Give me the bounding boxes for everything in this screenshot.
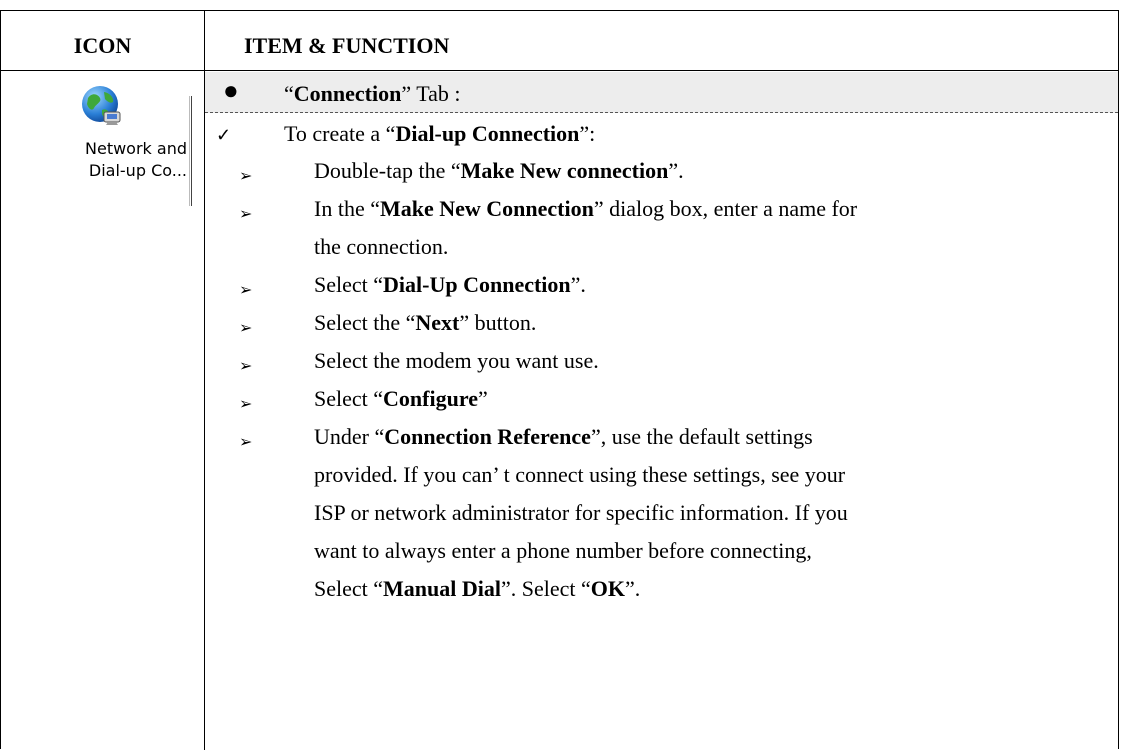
icon-label: Network and Dial-up Co... xyxy=(85,139,187,180)
step-text-line: Under “Connection Reference”, use the de… xyxy=(314,424,813,449)
network-dialup-shortcut[interactable]: Network and Dial-up Co... xyxy=(11,84,193,234)
arrow-bullet-icon: ➢ xyxy=(239,282,253,299)
arrow-bullet-icon: ➢ xyxy=(239,434,253,451)
step-text-line: Select “Dial-Up Connection”. xyxy=(314,272,586,297)
network-globe-icon xyxy=(82,86,121,125)
step-text-line: In the “Make New Connection” dialog box,… xyxy=(314,196,858,221)
arrow-bullet-icon: ➢ xyxy=(239,320,253,337)
step-text-line: Select the “Next” button. xyxy=(314,310,537,335)
header-item-column: ITEM & FUNCTION xyxy=(244,33,450,58)
bullet-icon: ● xyxy=(223,76,239,105)
checkmark-icon: ✓ xyxy=(216,125,232,145)
arrow-bullet-icon: ➢ xyxy=(239,168,253,185)
step-text-line: provided. If you can’ t connect using th… xyxy=(314,462,846,487)
step-text-line: ISP or network administrator for specifi… xyxy=(314,500,848,525)
arrow-bullet-icon: ➢ xyxy=(239,396,253,413)
connection-tab-heading: ● “Connection” Tab : xyxy=(205,72,1118,113)
icon-separator-shadow xyxy=(191,96,192,206)
header-divider xyxy=(1,70,1118,71)
step-text-line: the connection. xyxy=(314,234,449,259)
step-text-line: Select “Configure” xyxy=(314,386,488,411)
column-divider xyxy=(204,11,205,750)
step-text-line: want to always enter a phone number befo… xyxy=(314,538,812,563)
arrow-bullet-icon: ➢ xyxy=(239,358,253,375)
icon-separator xyxy=(189,96,190,206)
step-text-line: Double-tap the “Make New connection”. xyxy=(314,158,684,183)
function-table: ICON ITEM & FUNCTION Network and Dial-up… xyxy=(0,10,1119,750)
step-text-line: Select “Manual Dial”. Select “OK”. xyxy=(314,576,641,601)
intro-line: To create a “Dial-up Connection”: xyxy=(284,121,596,146)
header-icon-column: ICON xyxy=(73,33,132,58)
arrow-bullet-icon: ➢ xyxy=(239,206,253,223)
step-text-line: Select the modem you want use. xyxy=(314,348,599,373)
